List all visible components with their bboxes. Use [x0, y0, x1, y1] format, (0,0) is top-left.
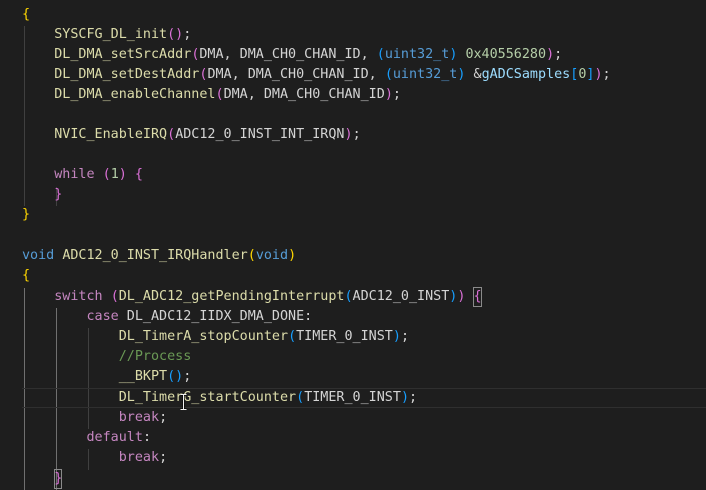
- keyword: break: [118, 410, 160, 425]
- code-line[interactable]: switch (DL_ADC12_getPendingInterrupt(ADC…: [22, 287, 482, 307]
- function-call: DL_DMA_setSrcAddr: [54, 47, 192, 62]
- paren: (: [215, 87, 224, 102]
- args: TIMER_0_INST: [304, 390, 401, 405]
- args: ADC12_0_INST_INT_IRQN: [175, 127, 345, 142]
- punct: ;: [183, 27, 192, 42]
- punct: ;: [183, 369, 192, 384]
- code-line[interactable]: DL_TimerA_stopCounter(TIMER_0_INST);: [22, 327, 409, 347]
- paren: (: [288, 329, 297, 344]
- code-line[interactable]: DL_DMA_setSrcAddr(DMA, DMA_CH0_CHAN_ID, …: [22, 45, 562, 65]
- paren: (: [376, 47, 385, 62]
- code-line[interactable]: DL_TimerG_startCounter(TIMER_0_INST);: [22, 388, 417, 408]
- operator: &: [465, 67, 482, 82]
- function-call: NVIC_EnableIRQ: [54, 127, 168, 142]
- keyword: case: [86, 309, 119, 324]
- number: 0x40556280: [465, 47, 547, 62]
- paren: ): [400, 390, 409, 405]
- function-call: DL_ADC12_getPendingInterrupt: [118, 289, 345, 304]
- code-line[interactable]: }: [22, 469, 63, 489]
- paren: (): [167, 27, 184, 42]
- code-line[interactable]: {: [22, 5, 30, 25]
- args: ADC12_0_INST: [352, 289, 450, 304]
- paren: ): [118, 167, 127, 182]
- paren: ): [594, 67, 603, 82]
- paren: ): [384, 87, 393, 102]
- args: DMA, DMA_CH0_CHAN_ID: [223, 87, 385, 102]
- paren: (: [110, 289, 119, 304]
- code-line[interactable]: }: [22, 205, 30, 225]
- function-name: ADC12_0_INST_IRQHandler: [62, 248, 248, 263]
- paren: (: [344, 289, 353, 304]
- paren: (: [167, 127, 176, 142]
- code-line[interactable]: }: [22, 185, 62, 205]
- function-call: SYSCFG_DL_init: [54, 27, 168, 42]
- matched-brace: {: [473, 287, 482, 307]
- brace: }: [22, 207, 31, 222]
- paren: ): [344, 127, 353, 142]
- punct: ;: [392, 87, 401, 102]
- case-label: DL_ADC12_IIDX_DMA_DONE:: [118, 309, 313, 324]
- function-call: DL_DMA_setDestAddr: [54, 67, 200, 82]
- keyword: while: [54, 167, 95, 182]
- paren: (: [296, 390, 305, 405]
- paren: ): [546, 47, 555, 62]
- matched-brace: }: [54, 469, 63, 489]
- code-line[interactable]: DL_DMA_enableChannel(DMA, DMA_CH0_CHAN_I…: [22, 85, 401, 105]
- punct: ;: [554, 47, 563, 62]
- args: DMA, DMA_CH0_CHAN_ID,: [199, 47, 377, 62]
- number: 1: [110, 167, 119, 182]
- punct: :: [142, 430, 151, 445]
- punct: ;: [409, 390, 418, 405]
- paren: ): [288, 248, 297, 263]
- brace: }: [54, 187, 63, 202]
- code-line[interactable]: break;: [22, 408, 167, 428]
- function-call: DL_DMA_enableChannel: [54, 87, 216, 102]
- paren: (: [247, 248, 256, 263]
- type: void: [255, 248, 289, 263]
- function-call: DL_TimerA_stopCounter: [118, 329, 289, 344]
- keyword: switch: [54, 289, 103, 304]
- punct: ;: [400, 329, 409, 344]
- args: TIMER_0_INST: [296, 329, 393, 344]
- code-line[interactable]: NVIC_EnableIRQ(ADC12_0_INST_INT_IRQN);: [22, 125, 361, 145]
- punct: ;: [159, 410, 168, 425]
- punct: ;: [352, 127, 361, 142]
- paren: (: [102, 167, 111, 182]
- code-editor[interactable]: { SYSCFG_DL_init(); DL_DMA_setSrcAddr(DM…: [0, 0, 706, 490]
- code-line[interactable]: while (1) {: [22, 165, 143, 185]
- type: void: [22, 248, 55, 263]
- function-call: __BKPT: [118, 369, 168, 384]
- i-beam-cursor-icon: [180, 394, 187, 410]
- keyword: break: [118, 450, 160, 465]
- brace: {: [134, 167, 143, 182]
- code-line[interactable]: {: [22, 266, 30, 286]
- paren: ): [392, 329, 401, 344]
- code-line[interactable]: //Process: [22, 347, 192, 367]
- code-line[interactable]: SYSCFG_DL_init();: [22, 25, 191, 45]
- punct: ;: [159, 450, 168, 465]
- keyword: default: [86, 430, 143, 445]
- paren: (: [384, 67, 393, 82]
- brace: {: [22, 268, 31, 283]
- code-line[interactable]: case DL_ADC12_IIDX_DMA_DONE:: [22, 307, 313, 327]
- code-line[interactable]: __BKPT();: [22, 367, 192, 387]
- code-line[interactable]: break;: [22, 448, 167, 468]
- code-line[interactable]: DL_DMA_setDestAddr (DMA, DMA_CH0_CHAN_ID,…: [22, 65, 611, 85]
- type: uint32_t: [384, 47, 450, 62]
- comment: //Process: [118, 349, 192, 364]
- brace: {: [22, 7, 31, 22]
- function-call: DL_TimerG_startCounter: [118, 390, 297, 405]
- args: DMA, DMA_CH0_CHAN_ID,: [207, 67, 385, 82]
- code-line[interactable]: void ADC12_0_INST_IRQHandler(void): [22, 246, 296, 266]
- type: uint32_t: [392, 67, 458, 82]
- code-line[interactable]: default:: [22, 428, 152, 448]
- punct: ;: [602, 67, 611, 82]
- paren: (): [167, 369, 184, 384]
- variable: gADCSamples: [481, 67, 571, 82]
